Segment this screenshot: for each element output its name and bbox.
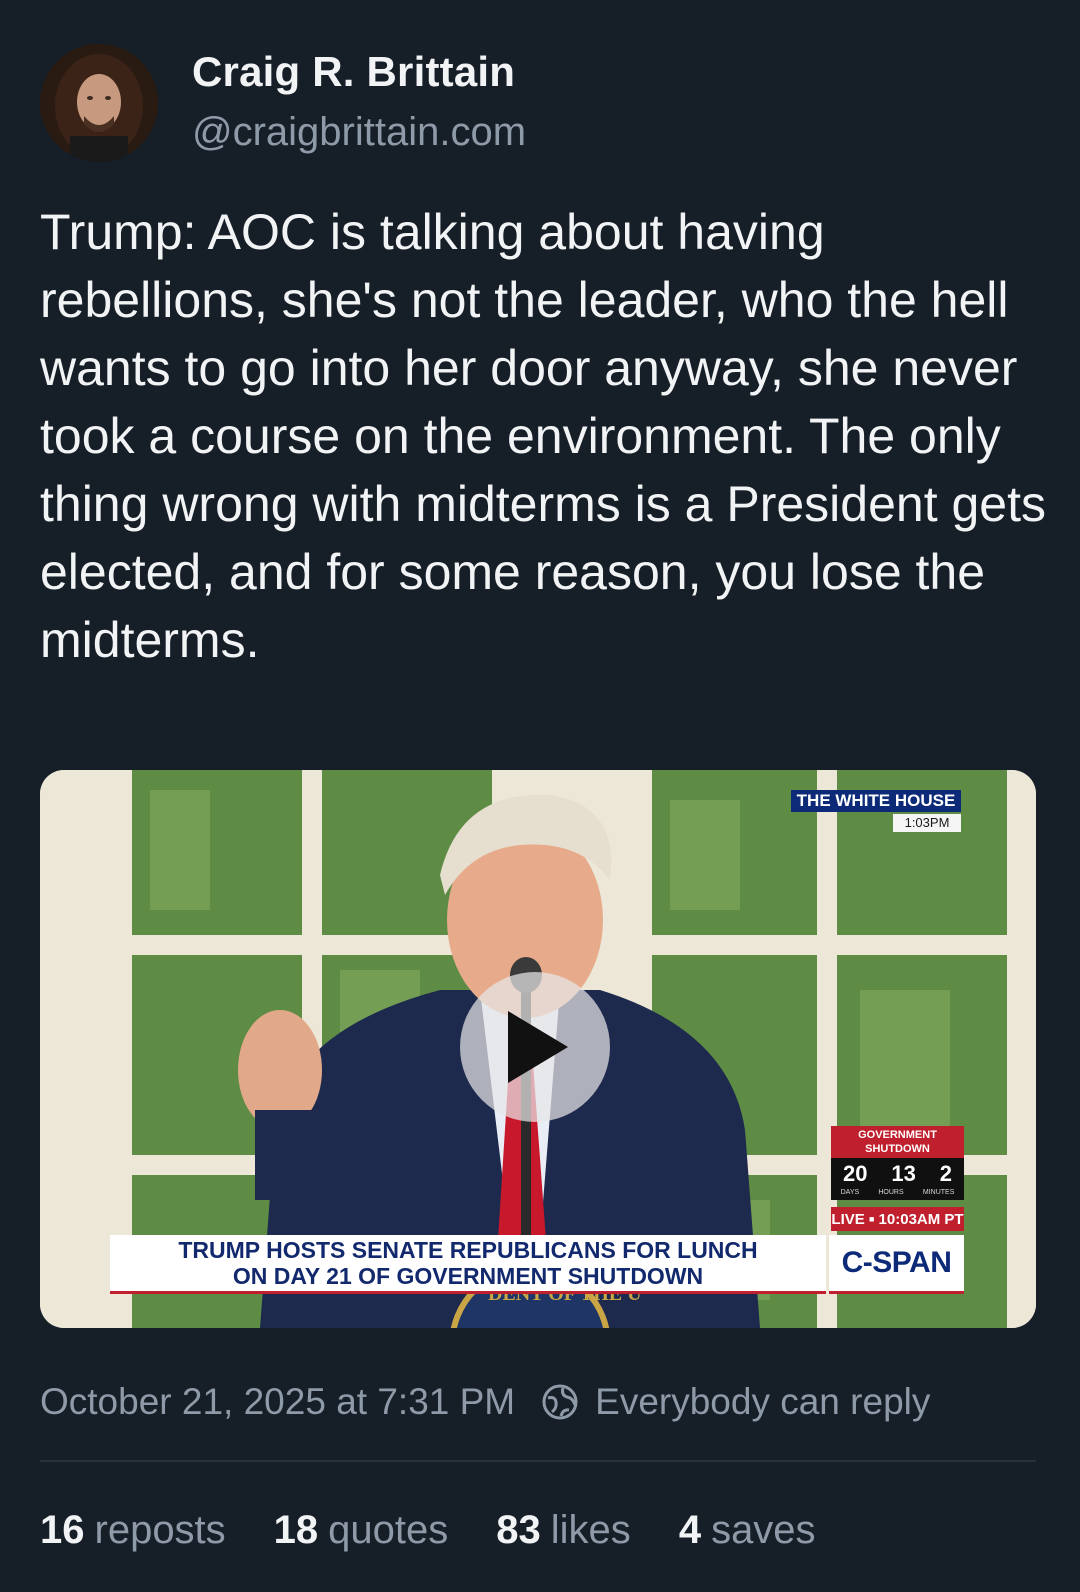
author-name[interactable]: Craig R. Brittain [192, 46, 526, 98]
likes-stat[interactable]: 83 likes [496, 1502, 631, 1558]
shutdown-label: GOVERNMENT SHUTDOWN [831, 1126, 964, 1158]
post-thread: Craig R. Brittain @craigbrittain.com Tru… [0, 0, 1080, 1592]
likes-label: likes [550, 1508, 631, 1552]
engagement-stats: 16 reposts 18 quotes 83 likes 4 saves [40, 1502, 864, 1558]
live-label: LIVE [831, 1211, 865, 1228]
post-timestamp[interactable]: October 21, 2025 at 7:31 PM [40, 1376, 515, 1428]
play-button[interactable] [460, 972, 610, 1122]
globe-icon [541, 1383, 579, 1421]
video-embed[interactable]: DENT OF THE U THE WHITE HOUSE 1:03PM GOV… [40, 770, 1036, 1328]
network-logo: C-SPAN [829, 1235, 964, 1294]
unit-hours: HOURS [878, 1189, 904, 1196]
saves-label: saves [711, 1508, 816, 1552]
saves-stat[interactable]: 4 saves [679, 1502, 816, 1558]
quotes-stat[interactable]: 18 quotes [274, 1502, 449, 1558]
location-bug: THE WHITE HOUSE [791, 790, 961, 812]
shutdown-hours: 13 [891, 1161, 916, 1186]
reply-setting[interactable]: Everybody can reply [595, 1376, 930, 1428]
quotes-label: quotes [328, 1508, 449, 1552]
divider [40, 1460, 1036, 1462]
play-icon [508, 1011, 568, 1083]
post-meta: October 21, 2025 at 7:31 PM Everybody ca… [40, 1376, 930, 1428]
post-author[interactable]: Craig R. Brittain @craigbrittain.com [40, 44, 526, 162]
live-time: 10:03AM PT [878, 1211, 964, 1228]
saves-count: 4 [678, 1508, 702, 1552]
headline-banner: TRUMP HOSTS SENATE REPUBLICANS FOR LUNCH… [110, 1235, 826, 1294]
likes-count: 83 [496, 1508, 541, 1552]
unit-days: DAYS [840, 1189, 860, 1196]
reposts-stat[interactable]: 16 reposts [40, 1502, 226, 1558]
shutdown-minutes: 2 [939, 1161, 953, 1186]
live-badge: LIVE ■ 10:03AM PT [831, 1207, 964, 1231]
unit-minutes: MINUTES [922, 1189, 955, 1196]
reposts-label: reposts [94, 1508, 226, 1552]
post-text: Trump: AOC is talking about having rebel… [40, 204, 1046, 668]
headline-line2: ON DAY 21 OF GOVERNMENT SHUTDOWN [232, 1263, 704, 1289]
avatar[interactable] [40, 44, 158, 162]
shutdown-days: 20 [842, 1161, 868, 1186]
headline-line1: TRUMP HOSTS SENATE REPUBLICANS FOR LUNCH [178, 1237, 758, 1263]
reposts-count: 16 [40, 1508, 85, 1552]
shutdown-counter: GOVERNMENT SHUTDOWN 20 13 2 DAYS HOURS M… [831, 1126, 964, 1200]
quotes-count: 18 [273, 1508, 319, 1552]
location-time: 1:03PM [893, 814, 961, 832]
author-handle[interactable]: @craigbrittain.com [192, 104, 526, 160]
